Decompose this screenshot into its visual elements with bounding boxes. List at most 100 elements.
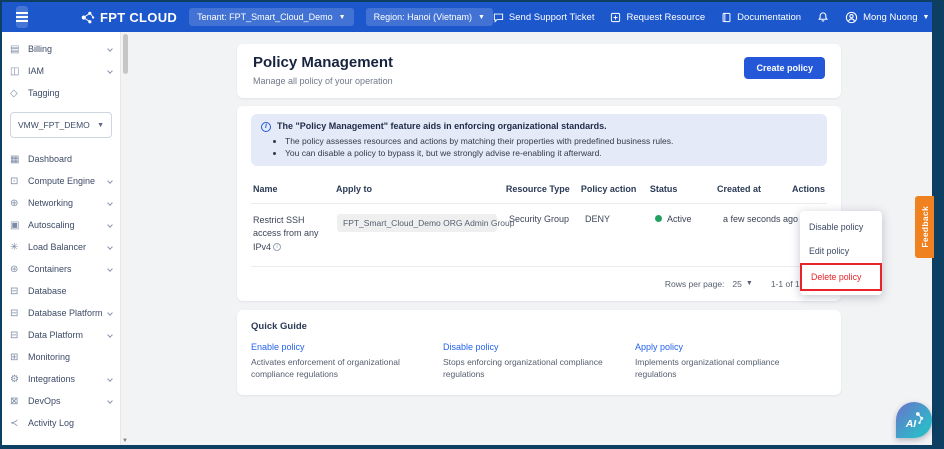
chevron-down-icon <box>107 68 113 74</box>
guide-entry-enable: Enable policy Activates enforcement of o… <box>251 342 443 381</box>
sidebar-item-database-platform[interactable]: ⊟Database Platform <box>2 302 120 324</box>
menu-item-disable-policy[interactable]: Disable policy <box>800 215 882 239</box>
sidebar-item-integrations[interactable]: ⚙Integrations <box>2 368 120 390</box>
apply-policy-link[interactable]: Apply policy <box>635 342 811 352</box>
column-header-policy-action: Policy action <box>581 184 650 194</box>
documentation-link[interactable]: Documentation <box>721 12 801 23</box>
user-menu[interactable]: Mong Nuong ▼ <box>845 11 929 24</box>
chevron-down-icon <box>107 398 113 404</box>
iam-icon: ◫ <box>10 66 24 77</box>
red-highlight-annotation: Delete policy <box>800 263 882 291</box>
hamburger-menu-icon[interactable] <box>16 6 28 28</box>
policy-name-cell: Restrict SSH access from any IPv4i <box>253 214 337 255</box>
billing-icon: ▤ <box>10 44 24 55</box>
resource-type-cell: Security Group <box>509 214 585 224</box>
sidebar-item-devops[interactable]: ⊠DevOps <box>2 390 120 412</box>
feedback-tab-label: Feedback <box>920 206 930 248</box>
tag-icon: ◇ <box>10 88 24 99</box>
rows-per-page-label: Rows per page: <box>665 279 725 289</box>
column-header-created-at: Created at <box>717 184 792 194</box>
project-selector-value: VMW_FPT_DEMO <box>18 120 90 130</box>
tenant-label: Tenant: FPT_Smart_Cloud_Demo <box>197 12 333 22</box>
guide-entry-apply: Apply policy Implements organizational c… <box>635 342 827 381</box>
chevron-down-icon <box>107 266 113 272</box>
fpt-cloud-logo: FPT CLOUD <box>80 10 177 25</box>
info-icon: i <box>261 122 271 132</box>
policy-table-card: i The "Policy Management" feature aids i… <box>237 106 841 301</box>
load-balancer-icon: ✳ <box>10 242 24 253</box>
support-chat-icon <box>493 12 504 23</box>
sidebar-item-iam[interactable]: ◫IAM <box>2 60 120 82</box>
send-support-ticket-link[interactable]: Send Support Ticket <box>493 12 595 23</box>
column-header-status: Status <box>650 184 717 194</box>
sidebar-item-database[interactable]: ⊟Database <box>2 280 120 302</box>
chevron-down-icon <box>107 376 113 382</box>
chevron-down-icon: ▼ <box>97 122 104 129</box>
devops-icon: ⊠ <box>10 396 24 407</box>
sidebar-item-autoscaling[interactable]: ▣Autoscaling <box>2 214 120 236</box>
svg-text:AI: AI <box>905 419 918 430</box>
sidebar-item-compute-engine[interactable]: ⊡Compute Engine <box>2 170 120 192</box>
guide-entry-disable: Disable policy Stops enforcing organizat… <box>443 342 635 381</box>
notification-bell-icon[interactable] <box>817 11 829 23</box>
info-icon[interactable]: i <box>273 243 281 251</box>
menu-item-delete-policy[interactable]: Delete policy <box>802 265 880 289</box>
sidebar-item-networking[interactable]: ⊕Networking <box>2 192 120 214</box>
info-banner: i The "Policy Management" feature aids i… <box>251 114 827 166</box>
chevron-down-icon: ▼ <box>478 14 485 21</box>
policy-action-cell: DENY <box>585 214 655 224</box>
sidebar-item-containers[interactable]: ⊛Containers <box>2 258 120 280</box>
compute-engine-icon: ⊡ <box>10 176 24 187</box>
page-header-card: Policy Management Manage all policy of y… <box>237 44 841 98</box>
sidebar-item-activity-log[interactable]: ≺Activity Log <box>2 412 120 434</box>
column-header-resource-type: Resource Type <box>506 184 581 194</box>
sidebar-scrollbar[interactable]: ▼ <box>120 32 128 445</box>
menu-item-edit-policy[interactable]: Edit policy <box>800 239 882 263</box>
row-actions-context-menu: Disable policy Edit policy Delete policy <box>800 211 882 295</box>
group-chip: FPT_Smart_Cloud_Demo ORG Admin Group <box>337 214 497 232</box>
data-platform-icon: ⊟ <box>10 330 24 341</box>
chevron-down-icon <box>107 222 113 228</box>
table-row[interactable]: Restrict SSH access from any IPv4i FPT_S… <box>251 204 827 268</box>
activity-log-icon: ≺ <box>10 418 24 429</box>
enable-policy-link[interactable]: Enable policy <box>251 342 427 352</box>
page-title: Policy Management <box>253 54 393 71</box>
chevron-down-icon <box>107 310 113 316</box>
sidebar-item-monitoring[interactable]: ⊞Monitoring <box>2 346 120 368</box>
request-resource-link[interactable]: Request Resource <box>610 12 705 23</box>
chevron-down-icon <box>107 178 113 184</box>
sidebar-item-billing[interactable]: ▤Billing <box>2 38 120 60</box>
sidebar-item-tagging[interactable]: ◇Tagging <box>2 82 120 104</box>
created-at-cell: a few seconds ago <box>723 214 799 224</box>
ai-molecule-icon: AI <box>903 409 925 431</box>
chevron-down-icon <box>107 200 113 206</box>
ai-assistant-button[interactable]: AI <box>896 402 932 438</box>
region-selector[interactable]: Region: Hanoi (Vietnam) ▼ <box>366 8 493 26</box>
containers-icon: ⊛ <box>10 264 24 275</box>
user-name-label: Mong Nuong <box>863 12 917 23</box>
page-subtitle: Manage all policy of your operation <box>253 76 393 86</box>
sidebar-item-data-platform[interactable]: ⊟Data Platform <box>2 324 120 346</box>
table-header-row: Name Apply to Resource Type Policy actio… <box>251 176 827 204</box>
monitoring-icon: ⊞ <box>10 352 24 363</box>
column-header-name: Name <box>253 184 336 194</box>
rows-per-page-select[interactable]: 25 ▼ <box>732 279 752 289</box>
tenant-selector[interactable]: Tenant: FPT_Smart_Cloud_Demo ▼ <box>189 8 354 26</box>
sidebar-item-dashboard[interactable]: ▦Dashboard <box>2 148 120 170</box>
disable-policy-link[interactable]: Disable policy <box>443 342 619 352</box>
scrollbar-thumb[interactable] <box>123 34 128 74</box>
app-window: FPT CLOUD Tenant: FPT_Smart_Cloud_Demo ▼… <box>2 2 932 445</box>
info-bullet: The policy assesses resources and action… <box>285 136 817 146</box>
apply-policy-description: Implements organizational compliance reg… <box>635 356 811 381</box>
feedback-tab[interactable]: Feedback <box>915 196 934 258</box>
sidebar-item-load-balancer[interactable]: ✳Load Balancer <box>2 236 120 258</box>
info-banner-heading: The "Policy Management" feature aids in … <box>277 121 607 131</box>
quick-guide-card: Quick Guide Enable policy Activates enfo… <box>237 310 841 395</box>
chevron-down-icon <box>107 244 113 250</box>
create-policy-button[interactable]: Create policy <box>744 57 825 79</box>
project-selector[interactable]: VMW_FPT_DEMO ▼ <box>10 112 112 138</box>
status-active-dot <box>655 215 662 222</box>
chevron-down-icon <box>107 332 113 338</box>
dashboard-icon: ▦ <box>10 154 24 165</box>
documentation-book-icon <box>721 12 732 23</box>
